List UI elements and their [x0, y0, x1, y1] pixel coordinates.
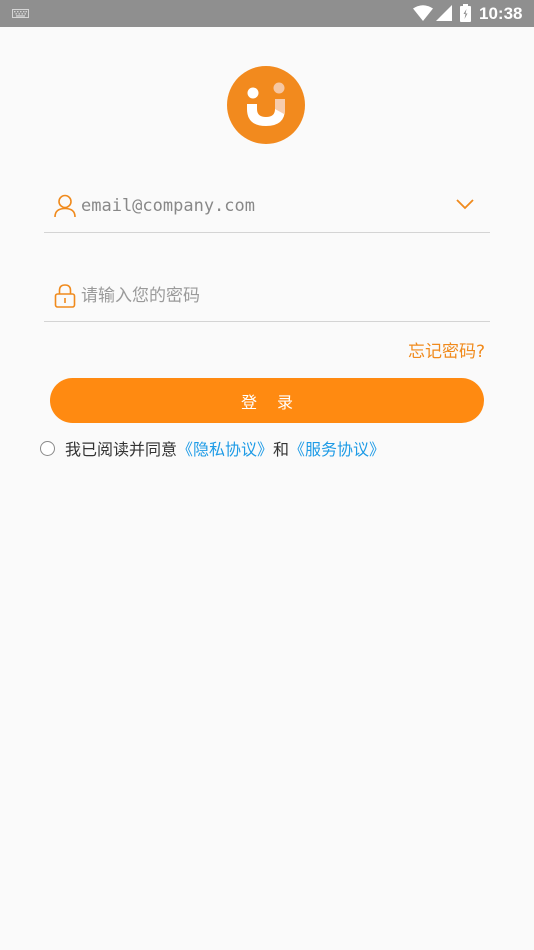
- wifi-icon: [413, 5, 433, 21]
- agreement-connector: 和: [273, 440, 290, 459]
- status-bar: 10:38: [0, 0, 534, 27]
- agreement-checkbox[interactable]: [40, 440, 55, 456]
- battery-icon: [460, 4, 471, 22]
- password-field[interactable]: [44, 278, 490, 322]
- user-icon: [54, 194, 76, 218]
- service-agreement-link[interactable]: 《服务协议》: [289, 436, 385, 460]
- agreement-row: 我已阅读并同意 《隐私协议》 和 《服务协议》: [40, 437, 385, 459]
- status-time: 10:38: [479, 4, 523, 23]
- login-button[interactable]: 登录: [50, 378, 484, 423]
- lock-icon: [54, 284, 76, 308]
- email-field[interactable]: [44, 188, 490, 233]
- password-input[interactable]: [81, 282, 451, 310]
- agreement-prefix: 我已阅读并同意: [65, 440, 178, 459]
- email-input[interactable]: [81, 192, 451, 220]
- app-logo-icon: [227, 66, 305, 144]
- forgot-password-link[interactable]: 忘记密码?: [408, 341, 485, 363]
- keyboard-icon: [12, 9, 29, 18]
- privacy-policy-link[interactable]: 《隐私协议》: [177, 436, 273, 460]
- chevron-down-icon[interactable]: [456, 198, 474, 210]
- signal-icon: [436, 5, 452, 21]
